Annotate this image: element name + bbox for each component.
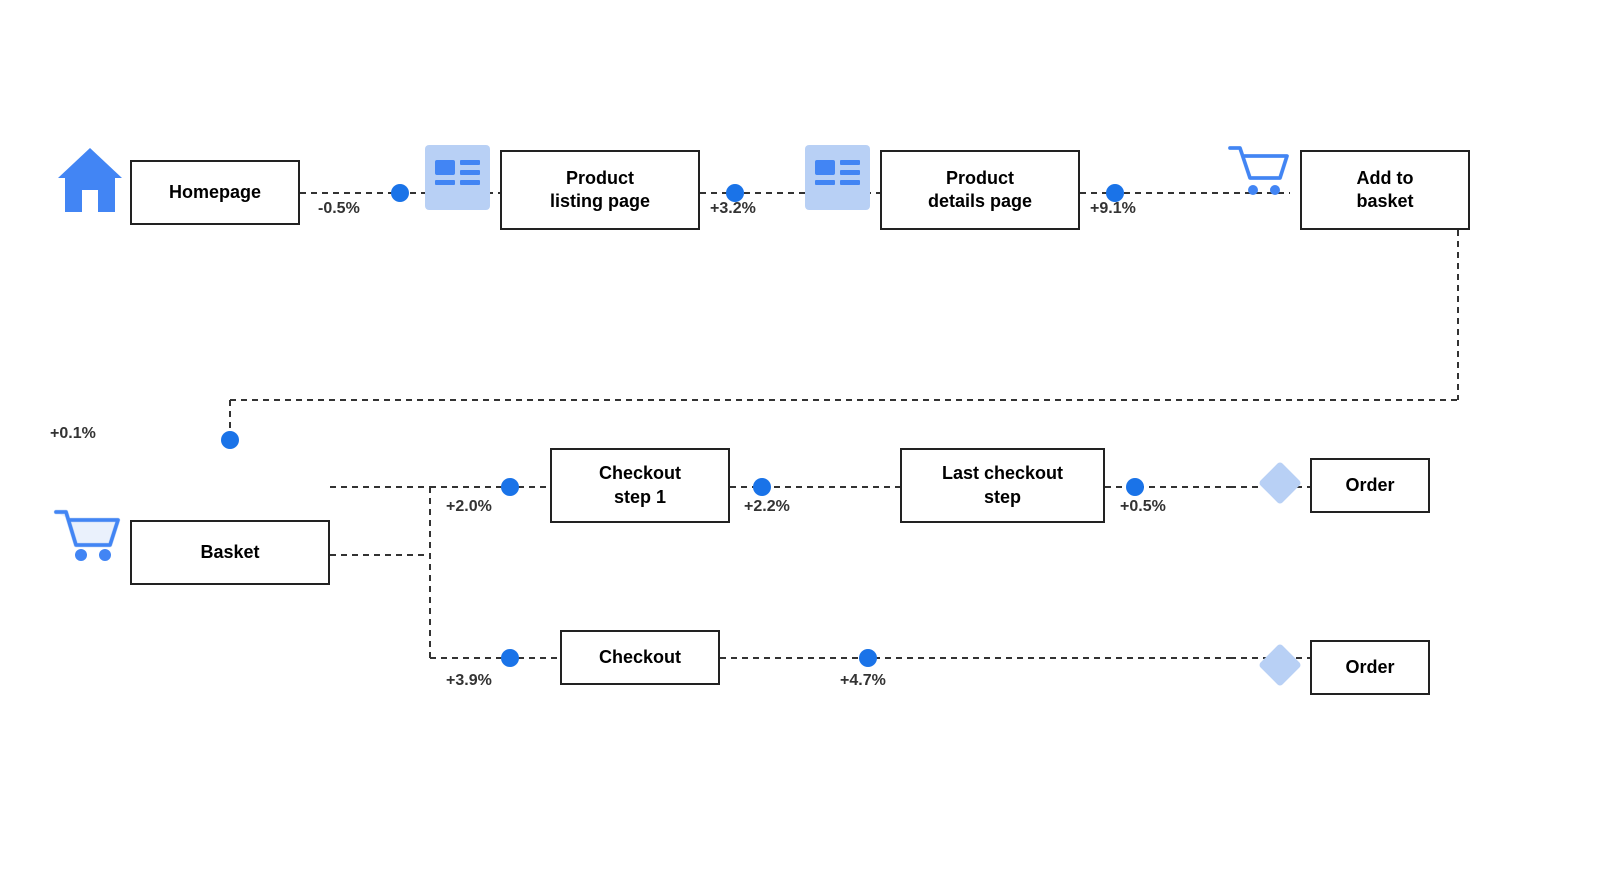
label-hp-plp: -0.5% [318,200,360,218]
dot-checkout-order2 [859,649,877,667]
product-listing-node: Product listing page [500,150,700,230]
label-plp-pdp: +3.2% [710,200,756,218]
label-checkout-order2: +4.7% [840,672,886,690]
order1-node: Order [1310,458,1430,513]
product-details-icon [800,140,875,220]
add-to-basket-icon [1225,138,1290,208]
label-pdp-atb: +9.1% [1090,200,1136,218]
label-basket-up: +0.1% [50,425,96,443]
dot-basket-up [221,431,239,449]
last-checkout-node: Last checkout step [900,448,1105,523]
label-basket-checkout: +3.9% [446,672,492,690]
label-cs1-lcs: +2.2% [744,498,790,516]
checkout-node: Checkout [560,630,720,685]
label-lcs-order1: +0.5% [1120,498,1166,516]
dot-cs1-lcs [753,478,771,496]
order1-diamond-icon [1250,453,1310,518]
dot-basket-cs1 [501,478,519,496]
dot-hp-plp [391,184,409,202]
dot-pdp-atb [1106,184,1124,202]
homepage-node: Homepage [130,160,300,225]
dot-plp-pdp [726,184,744,202]
basket-node: Basket [130,520,330,585]
product-listing-icon [420,140,495,220]
dot-lcs-order1 [1126,478,1144,496]
diagram-container: Homepage Product listing page Product de… [0,0,1601,874]
connector-lines [0,0,1601,874]
basket-icon [48,490,123,570]
order2-node: Order [1310,640,1430,695]
label-basket-cs1: +2.0% [446,498,492,516]
dot-basket-checkout [501,649,519,667]
add-to-basket-node: Add to basket [1300,150,1470,230]
homepage-icon [50,140,130,225]
product-details-node: Product details page [880,150,1080,230]
order2-diamond-icon [1250,635,1310,700]
checkout-step1-node: Checkout step 1 [550,448,730,523]
